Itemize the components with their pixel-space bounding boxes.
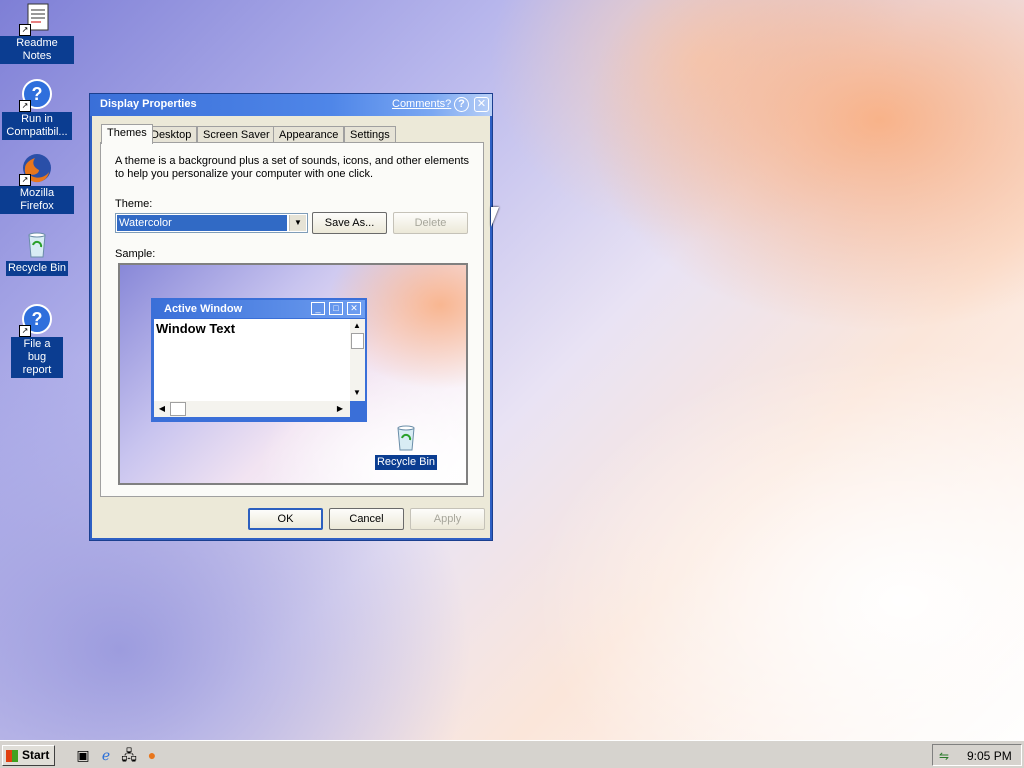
desktop-icon-mozilla-firefox[interactable]: ↗ Mozilla Firefox: [0, 152, 74, 214]
desktop-icon-label: Run in Compatibil...: [2, 112, 72, 140]
desktop-icon-readme-notes[interactable]: ↗ Readme Notes: [0, 2, 74, 64]
tab-themes[interactable]: Themes: [101, 124, 153, 144]
sample-window-title: Active Window: [164, 303, 243, 315]
theme-description: A theme is a background plus a set of so…: [115, 155, 470, 180]
scroll-up-icon: ▲: [353, 321, 361, 330]
start-label: Start: [22, 748, 50, 762]
network-icon[interactable]: 🖧: [120, 746, 138, 764]
recycle-bin-icon: [21, 227, 53, 259]
cancel-button[interactable]: Cancel: [329, 508, 404, 530]
windows-logo-icon: [6, 750, 18, 762]
desktop-icon-file-a-bug-report[interactable]: ? ↗ File a bug report: [0, 303, 74, 378]
svg-text:?: ?: [32, 309, 43, 329]
firefox-icon[interactable]: ●: [143, 746, 161, 764]
desktop-icon-run-in-compatibility[interactable]: ? ↗ Run in Compatibil...: [0, 78, 74, 140]
sample-active-window: Active Window _ □ ✕ Window Text ▲ ▼ ◀ ▶: [151, 298, 367, 422]
comments-link[interactable]: Comments?: [392, 98, 451, 110]
svg-text:?: ?: [32, 84, 43, 104]
desktop-icon-label: Recycle Bin: [5, 261, 69, 276]
chevron-down-icon[interactable]: ▼: [289, 215, 306, 231]
desktop-icon-label: File a bug report: [11, 337, 63, 378]
tab-appearance[interactable]: Appearance: [273, 126, 345, 143]
dialog-body: Themes Desktop Screen Saver Appearance S…: [92, 116, 490, 538]
internet-explorer-icon[interactable]: ℯ: [97, 746, 115, 764]
tab-settings[interactable]: Settings: [344, 126, 396, 143]
sample-window-titlebar: Active Window _ □ ✕: [153, 300, 365, 318]
firefox-icon: ↗: [19, 152, 53, 186]
scroll-thumb: [170, 402, 186, 416]
sample-window-content: Window Text: [154, 319, 350, 401]
network-tray-icon[interactable]: ⇋: [939, 748, 955, 764]
sample-recycle-label: Recycle Bin: [374, 455, 438, 470]
themes-panel: A theme is a background plus a set of so…: [100, 142, 484, 497]
start-button[interactable]: Start: [2, 745, 55, 766]
dialog-title: Display Properties: [100, 98, 197, 110]
close-icon: ✕: [347, 302, 361, 315]
sample-label: Sample:: [115, 248, 156, 260]
theme-label: Theme:: [115, 198, 153, 210]
desktop-icon-label: Mozilla Firefox: [0, 186, 74, 214]
recycle-bin-icon: [397, 425, 415, 451]
tab-screen-saver[interactable]: Screen Saver: [197, 126, 276, 143]
scroll-left-icon: ◀: [158, 404, 166, 413]
system-tray: ⇋ 9:05 PM: [932, 744, 1022, 766]
help-button[interactable]: ?: [454, 97, 469, 112]
show-desktop-icon[interactable]: ▣: [74, 746, 92, 764]
desktop-icon-label: Readme Notes: [0, 36, 74, 64]
help-icon: ? ↗: [19, 78, 53, 112]
scroll-right-icon: ▶: [336, 404, 344, 413]
ok-button[interactable]: OK: [248, 508, 323, 530]
maximize-icon: □: [329, 302, 343, 315]
desktop-icon-recycle-bin[interactable]: Recycle Bin: [0, 227, 74, 276]
dialog-titlebar[interactable]: Display Properties Comments? ? ✕: [90, 94, 492, 116]
theme-sample-preview: Active Window _ □ ✕ Window Text ▲ ▼ ◀ ▶ …: [118, 263, 468, 485]
tab-desktop[interactable]: Desktop: [145, 126, 198, 143]
sample-vertical-scrollbar: ▲ ▼: [350, 319, 365, 401]
sample-recycle-bin: Recycle Bin: [374, 420, 438, 470]
theme-dropdown[interactable]: Watercolor ▼: [115, 213, 308, 233]
document-icon: ↗: [19, 2, 53, 36]
help-icon: ? ↗: [19, 303, 53, 337]
sample-window-text: Window Text: [156, 321, 236, 336]
close-button[interactable]: ✕: [474, 97, 489, 112]
save-as-button[interactable]: Save As...: [312, 212, 387, 234]
mouse-pointer-icon: [491, 207, 499, 227]
scroll-thumb: [351, 333, 364, 349]
theme-dropdown-value: Watercolor: [117, 215, 287, 231]
taskbar: Start ▣ ℯ 🖧 ● ⇋ 9:05 PM: [0, 740, 1024, 768]
clock[interactable]: 9:05 PM: [967, 749, 1012, 763]
scroll-down-icon: ▼: [353, 388, 361, 397]
delete-button[interactable]: Delete: [393, 212, 468, 234]
minimize-icon: _: [311, 302, 325, 315]
apply-button[interactable]: Apply: [410, 508, 485, 530]
sample-horizontal-scrollbar: ◀ ▶: [154, 401, 350, 417]
display-properties-dialog: Display Properties Comments? ? ✕ Themes …: [89, 93, 493, 541]
